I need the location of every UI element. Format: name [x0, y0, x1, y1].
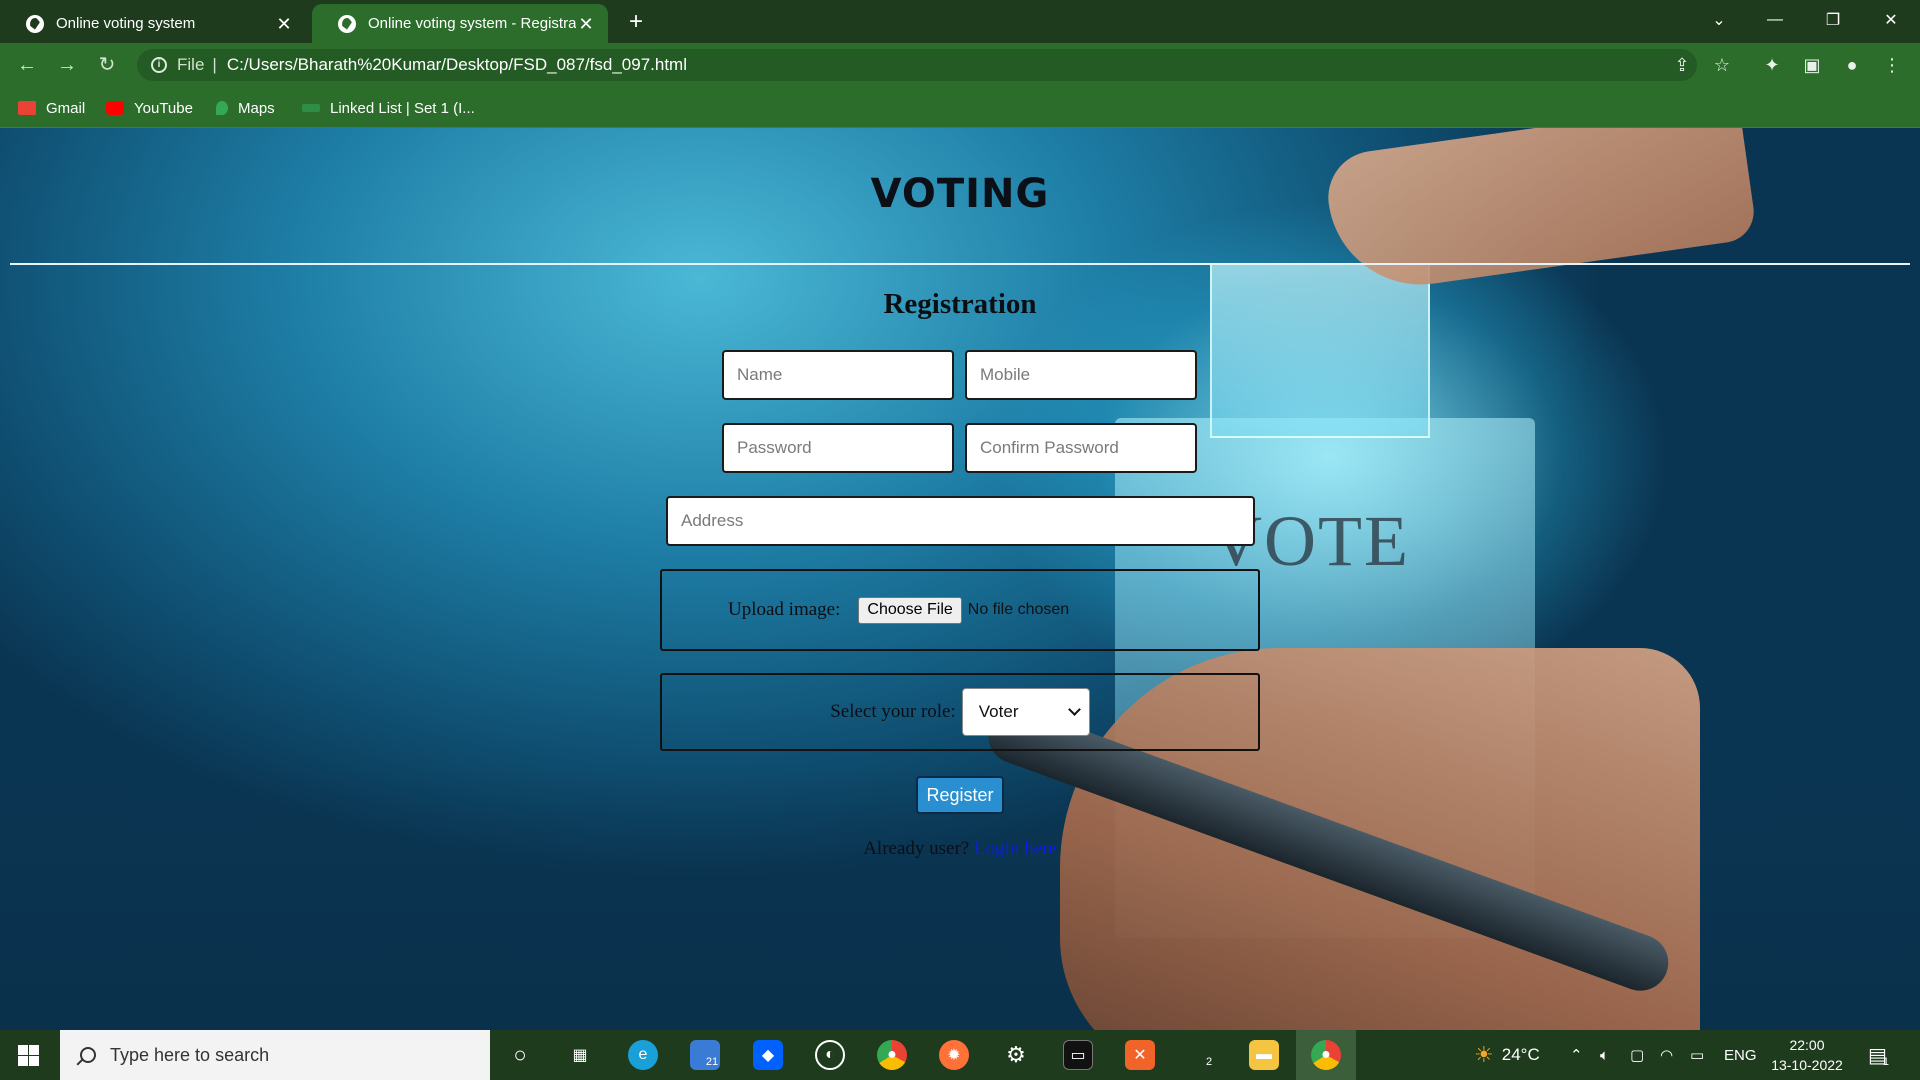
confirm-password-input[interactable]: [965, 423, 1197, 473]
role-label: Select your role:: [830, 701, 956, 722]
search-icon: [80, 1047, 96, 1063]
cortana-icon[interactable]: ○: [505, 1040, 535, 1070]
reload-icon[interactable]: ↻: [94, 52, 120, 78]
firefox-icon[interactable]: ✹: [939, 1040, 969, 1070]
pen-icon[interactable]: 2: [1187, 1040, 1217, 1070]
notification-center-icon[interactable]: ▤ 1: [1868, 1030, 1889, 1080]
login-prompt-text: Already user?: [863, 838, 970, 859]
bookmark-youtube[interactable]: YouTube: [106, 98, 193, 118]
site-info-icon[interactable]: i: [151, 57, 167, 73]
bookmark-label: Maps: [238, 99, 275, 117]
browser-toolbar: ← → ↻ i File | C:/Users/Bharath%20Kumar/…: [0, 43, 1920, 87]
geeksforgeeks-icon: [302, 104, 320, 112]
minimize-button[interactable]: —: [1752, 0, 1798, 40]
address-url[interactable]: C:/Users/Bharath%20Kumar/Desktop/FSD_087…: [227, 55, 687, 75]
name-input[interactable]: [722, 350, 954, 400]
edge-icon[interactable]: e: [628, 1040, 658, 1070]
clock-time: 22:00: [1789, 1037, 1825, 1053]
close-window-button[interactable]: ✕: [1868, 0, 1914, 40]
volume-icon[interactable]: 🔈︎: [1600, 1030, 1609, 1080]
chrome-active-icon[interactable]: ●: [1311, 1040, 1341, 1070]
taskbar-clock[interactable]: 22:00 13-10-2022: [1762, 1035, 1852, 1075]
extensions-icon[interactable]: ✦: [1758, 51, 1786, 79]
back-icon[interactable]: ←: [14, 52, 40, 78]
choose-file-button[interactable]: Choose File: [858, 596, 962, 624]
site-title: VOTING: [870, 171, 1050, 217]
tab-title: Online voting system: [56, 15, 196, 32]
windows-start-icon[interactable]: [18, 1045, 39, 1066]
taskbar-search-box[interactable]: Type here to search: [60, 1030, 490, 1080]
role-select[interactable]: Voter: [961, 688, 1090, 736]
registration-heading: Registration: [883, 288, 1037, 320]
wifi-icon[interactable]: ◠: [1660, 1030, 1673, 1080]
taskbar: Type here to search ○ ▦ e 21 ◆ ◐ ● ✹ ⚙ ▭…: [0, 1030, 1920, 1080]
terminal-icon[interactable]: ▭: [1063, 1040, 1093, 1070]
tab-search-icon[interactable]: ⌄: [1696, 0, 1742, 40]
page-body: VOTE VOTING Registration Upload image: C…: [0, 128, 1920, 1030]
role-selected-value: Voter: [978, 702, 1019, 721]
settings-gear-icon[interactable]: ⚙: [1001, 1040, 1031, 1070]
xampp-icon[interactable]: ✕: [1125, 1040, 1155, 1070]
display-icon[interactable]: ▢: [1630, 1030, 1644, 1080]
mail-badge: 21: [705, 1056, 719, 1068]
dropbox-icon[interactable]: ◆: [753, 1040, 783, 1070]
task-view-icon[interactable]: ▦: [565, 1040, 595, 1070]
address-input[interactable]: [666, 496, 1255, 546]
bookmark-label: Linked List | Set 1 (I...: [330, 99, 475, 117]
globe-icon: [338, 14, 356, 33]
bookmark-gmail[interactable]: Gmail: [18, 98, 85, 118]
show-hidden-icons[interactable]: ⌃: [1570, 1030, 1583, 1080]
login-link[interactable]: Login here: [974, 838, 1057, 859]
language-indicator[interactable]: ENG: [1724, 1030, 1757, 1080]
weather-icon: ☀: [1474, 1042, 1494, 1067]
maximize-button[interactable]: ❐: [1810, 0, 1856, 40]
mail-icon[interactable]: 21: [690, 1040, 720, 1070]
register-button[interactable]: Register: [916, 776, 1004, 814]
globe-icon: [26, 14, 44, 33]
close-tab-icon[interactable]: ✕: [576, 15, 596, 33]
address-scheme: File: [177, 55, 205, 74]
forward-icon[interactable]: →: [54, 52, 80, 78]
taskbar-search-placeholder: Type here to search: [110, 1044, 270, 1065]
maps-icon: [216, 101, 228, 115]
close-tab-icon[interactable]: ✕: [274, 15, 294, 33]
weather-temperature: 24°C: [1501, 1045, 1540, 1064]
battery-icon[interactable]: ▭: [1690, 1030, 1704, 1080]
role-panel: Select your role: Voter: [660, 673, 1260, 751]
chevron-down-icon: [1067, 703, 1081, 716]
new-tab-button[interactable]: +: [622, 8, 650, 36]
bookmarks-bar: Gmail YouTube Maps Linked List | Set 1 (…: [0, 87, 1920, 128]
address-separator: |: [212, 55, 217, 74]
bookmark-star-icon[interactable]: ☆: [1708, 51, 1736, 79]
upload-image-label: Upload image:: [728, 599, 841, 620]
weather-widget[interactable]: ☀ 24°C: [1474, 1030, 1540, 1080]
file-status: No file chosen: [967, 601, 1070, 618]
upload-image-panel: Upload image: Choose File No file chosen: [660, 569, 1260, 651]
youtube-icon: [106, 101, 124, 115]
mobile-input[interactable]: [965, 350, 1197, 400]
bookmark-label: YouTube: [134, 99, 193, 117]
file-explorer-icon[interactable]: ▬: [1249, 1040, 1279, 1070]
login-prompt: Already user? Login here: [0, 838, 1920, 860]
menu-icon[interactable]: ⋮: [1878, 51, 1906, 79]
header-divider: [10, 263, 1910, 265]
profile-icon[interactable]: ●: [1838, 51, 1866, 79]
pen-badge: 2: [1205, 1056, 1213, 1068]
github-icon[interactable]: ◐: [815, 1040, 845, 1070]
address-bar[interactable]: i File | C:/Users/Bharath%20Kumar/Deskto…: [137, 49, 1697, 81]
notification-count: 1: [1882, 1056, 1890, 1068]
tab-registration[interactable]: Online voting system - Registration ✕: [312, 4, 608, 43]
chrome-icon[interactable]: ●: [877, 1040, 907, 1070]
password-input[interactable]: [722, 423, 954, 473]
bookmark-linked-list[interactable]: Linked List | Set 1 (I...: [302, 98, 475, 118]
clock-date: 13-10-2022: [1771, 1057, 1843, 1073]
tab-online-voting-system[interactable]: Online voting system ✕: [0, 4, 306, 43]
bookmark-label: Gmail: [46, 99, 86, 117]
gmail-icon: [18, 101, 36, 115]
browser-tab-strip: Online voting system ✕ Online voting sys…: [0, 0, 1920, 43]
side-panel-icon[interactable]: ▣: [1798, 51, 1826, 79]
tab-title: Online voting system - Registration: [368, 15, 576, 32]
share-icon[interactable]: ⇪: [1668, 51, 1696, 79]
bookmark-maps[interactable]: Maps: [216, 98, 275, 118]
